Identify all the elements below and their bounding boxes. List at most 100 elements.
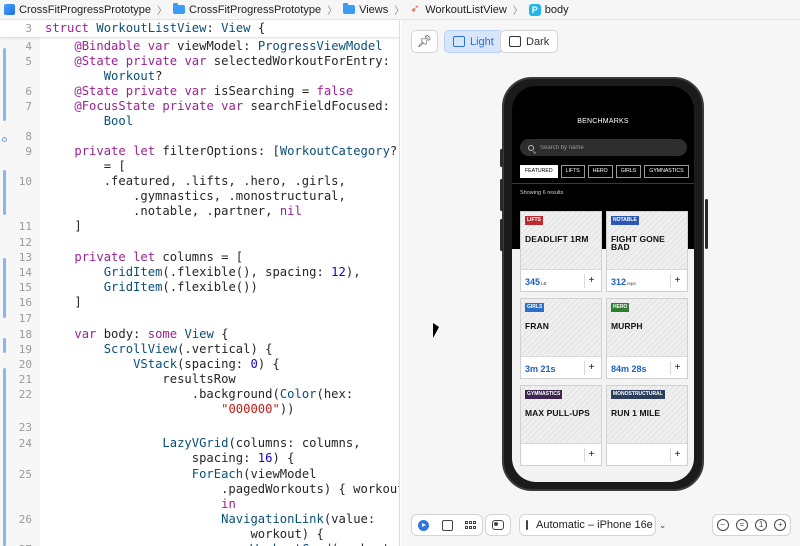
phone-side-button bbox=[500, 179, 503, 211]
code-text: .background(Color(hex: bbox=[45, 387, 354, 401]
code-line-sticky-header[interactable]: 3 struct WorkoutListView: View { bbox=[0, 21, 399, 36]
code-line[interactable]: 15 GridItem(.flexible()) bbox=[0, 280, 399, 295]
code-line[interactable]: spacing: 16) { bbox=[0, 451, 399, 466]
code-text: @FocusState private var searchFieldFocus… bbox=[74, 99, 390, 113]
filter-chip-gymnastics[interactable]: GYMNASTICS bbox=[644, 165, 689, 178]
workout-card[interactable]: HERO MURPH 84m 28s + bbox=[606, 298, 688, 379]
code-line[interactable]: 21 resultsRow bbox=[0, 372, 399, 387]
code-line[interactable]: 26 NavigationLink(value: bbox=[0, 512, 399, 527]
code-line[interactable]: "000000")) bbox=[0, 402, 399, 417]
breadcrumb-item-folder[interactable]: CrossFitProgressPrototype bbox=[173, 3, 322, 16]
add-entry-button[interactable]: + bbox=[670, 274, 684, 288]
workout-card[interactable]: GIRLS FRAN 3m 21s + bbox=[520, 298, 602, 379]
line-number: 3 bbox=[25, 22, 32, 35]
code-text: = [ bbox=[45, 159, 126, 173]
breadcrumb-label: CrossFitProgressPrototype bbox=[189, 3, 322, 16]
results-count: Showing 6 results bbox=[520, 190, 564, 196]
filter-chip-lifts[interactable]: LIFTS bbox=[560, 165, 585, 178]
category-tag: NOTABLE bbox=[611, 216, 639, 225]
workout-card[interactable]: MONOSTRUCTURAL RUN 1 MILE + bbox=[606, 385, 688, 466]
search-field[interactable] bbox=[520, 139, 687, 156]
dark-mode-button[interactable]: Dark bbox=[500, 30, 559, 53]
selectable-mode-icon[interactable] bbox=[441, 519, 453, 531]
breadcrumb-item-project[interactable]: CrossFitProgressPrototype bbox=[4, 4, 151, 16]
code-line[interactable]: 19 ScrollView(.vertical) { bbox=[0, 342, 399, 357]
workout-card[interactable]: NOTABLE FIGHT GONE BAD 312reps + bbox=[606, 211, 688, 292]
code-line[interactable]: 20 VStack(spacing: 0) { bbox=[0, 357, 399, 372]
pin-button[interactable]: 📌︎ bbox=[411, 30, 438, 53]
preview-mode-controls bbox=[411, 514, 483, 536]
add-entry-button[interactable]: + bbox=[584, 448, 598, 462]
score-value: 84m 28s bbox=[611, 364, 647, 374]
code-line[interactable]: 9 private let filterOptions: [WorkoutCat… bbox=[0, 144, 399, 159]
code-line[interactable]: 18 var body: some View { bbox=[0, 327, 399, 342]
code-line[interactable]: 12 bbox=[0, 235, 399, 250]
zoom-fit-icon[interactable]: = bbox=[735, 519, 748, 531]
code-line[interactable]: 11 ] bbox=[0, 219, 399, 234]
live-preview-icon[interactable] bbox=[418, 519, 429, 531]
code-line[interactable]: 25 ForEach(viewModel bbox=[0, 467, 399, 482]
code-line[interactable]: 10 .featured, .lifts, .hero, .girls, bbox=[0, 174, 399, 189]
code-line[interactable]: 22 .background(Color(hex: bbox=[0, 387, 399, 402]
line-number: 22 bbox=[18, 388, 32, 401]
add-entry-button[interactable]: + bbox=[670, 448, 684, 462]
breadcrumb-item-file[interactable]: ➶ WorkoutListView bbox=[410, 4, 507, 16]
filter-chip-featured[interactable]: FEATURED bbox=[520, 165, 558, 178]
code-line[interactable]: 13 private let columns = [ bbox=[0, 250, 399, 265]
xcode-window: CrossFitProgressPrototype 〉 CrossFitProg… bbox=[0, 0, 800, 546]
line-number: 7 bbox=[25, 100, 32, 113]
code-editor[interactable]: 3 struct WorkoutListView: View { 4 @Bindab… bbox=[0, 20, 400, 546]
line-number: 26 bbox=[18, 513, 32, 526]
filter-chip-hero[interactable]: HERO bbox=[587, 165, 613, 178]
code-text: var body: some View { bbox=[74, 327, 229, 341]
device-settings-button[interactable] bbox=[485, 514, 511, 536]
workout-card[interactable]: LIFTS DEADLIFT 1RM 345LB + bbox=[520, 211, 602, 292]
code-line[interactable]: 6 @State private var isSearching = false bbox=[0, 84, 399, 99]
code-line[interactable]: 7 @FocusState private var searchFieldFoc… bbox=[0, 99, 399, 114]
category-tag: GIRLS bbox=[525, 303, 545, 312]
code-text: VStack(spacing: 0) { bbox=[133, 357, 280, 371]
code-line[interactable]: 23 bbox=[0, 420, 399, 435]
code-line[interactable]: in bbox=[0, 497, 399, 512]
code-text: WorkoutCard(workout: bbox=[45, 542, 397, 546]
device-picker[interactable]: Automatic – iPhone 16e ⌄ bbox=[519, 514, 666, 536]
card-footer: 345LB + bbox=[521, 269, 601, 291]
workout-card[interactable]: GYMNASTICS MAX PULL-UPS + bbox=[520, 385, 602, 466]
code-line[interactable]: 8 bbox=[0, 129, 399, 144]
code-line[interactable]: 16 ] bbox=[0, 295, 399, 310]
breadcrumb-item-views[interactable]: Views bbox=[343, 3, 388, 16]
breadcrumb-item-symbol[interactable]: P body bbox=[528, 3, 569, 16]
zoom-in-icon[interactable]: + bbox=[774, 519, 787, 531]
add-entry-button[interactable]: + bbox=[584, 361, 598, 375]
code-text: private let filterOptions: [WorkoutCateg… bbox=[74, 144, 399, 158]
mouse-cursor bbox=[433, 323, 439, 338]
code-line[interactable]: = [ bbox=[0, 159, 399, 174]
light-mode-button[interactable]: Light bbox=[444, 30, 503, 53]
code-line[interactable]: 17 bbox=[0, 311, 399, 326]
code-line[interactable]: 5 @State private var selectedWorkoutForE… bbox=[0, 54, 399, 69]
code-line[interactable]: .notable, .partner, nil bbox=[0, 204, 399, 219]
benchmarks-title: BENCHMARKS bbox=[577, 118, 629, 125]
add-entry-button[interactable]: + bbox=[584, 274, 598, 288]
add-entry-button[interactable]: + bbox=[670, 361, 684, 375]
filter-chip-girls[interactable]: GIRLS bbox=[615, 165, 642, 178]
code-line[interactable]: 27 WorkoutCard(workout: bbox=[0, 542, 399, 546]
code-line[interactable]: Bool bbox=[0, 114, 399, 129]
line-number: 20 bbox=[18, 358, 32, 371]
code-line[interactable]: Workout? bbox=[0, 69, 399, 84]
code-line[interactable]: 4 @Bindable var viewModel: ProgressViewM… bbox=[0, 39, 399, 54]
zoom-out-icon[interactable]: − bbox=[716, 519, 729, 531]
code-text: ] bbox=[45, 219, 82, 233]
card-footer: 312reps + bbox=[607, 269, 687, 291]
code-line[interactable]: workout) { bbox=[0, 527, 399, 542]
zoom-actual-icon[interactable]: 1 bbox=[755, 519, 768, 531]
code-line[interactable]: 24 LazyVGrid(columns: columns, bbox=[0, 436, 399, 451]
search-input[interactable] bbox=[540, 144, 670, 151]
code-line[interactable]: 14 GridItem(.flexible(), spacing: 12), bbox=[0, 265, 399, 280]
phone-screen: BENCHMARKS FEATUREDLIFTSHEROGIRLSGYMNAST… bbox=[512, 86, 694, 482]
code-text: in bbox=[221, 497, 236, 511]
code-line[interactable]: .gymnastics, .monostructural, bbox=[0, 189, 399, 204]
best-score: 312reps bbox=[611, 277, 636, 287]
code-line[interactable]: .pagedWorkouts) { workout bbox=[0, 482, 399, 497]
variants-icon[interactable] bbox=[465, 520, 476, 530]
